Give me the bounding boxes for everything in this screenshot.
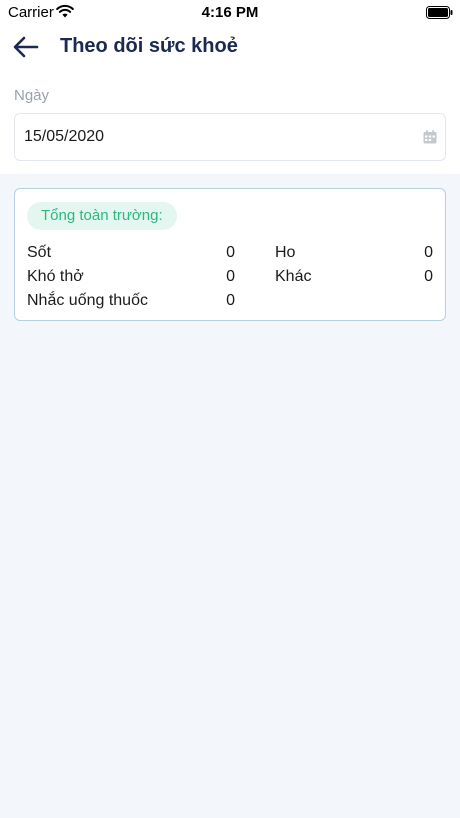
header: Theo dõi sức khoẻ	[0, 30, 460, 66]
stat-value: 0	[226, 268, 235, 285]
page-title: Theo dõi sức khoẻ	[60, 35, 238, 57]
calendar-icon	[423, 130, 437, 144]
clock: 4:16 PM	[201, 4, 259, 21]
stat-other: Khác 0	[275, 268, 433, 288]
health-tracking-screen: Carrier 4:16 PM Theo dõi sức khoẻ Ngày 1…	[0, 0, 460, 818]
date-picker-field[interactable]: 15/05/2020	[14, 113, 446, 161]
stat-label: Sốt	[27, 244, 52, 261]
summary-title-badge: Tổng toàn trường:	[27, 202, 177, 230]
stat-label: Nhắc uống thuốc	[27, 292, 148, 309]
date-label: Ngày	[14, 87, 50, 104]
stat-fever: Sốt 0	[27, 244, 235, 264]
stat-label: Khó thở	[27, 268, 84, 285]
top-area: Carrier 4:16 PM Theo dõi sức khoẻ Ngày 1…	[0, 0, 460, 174]
stat-label: Khác	[275, 268, 312, 285]
stat-value: 0	[226, 292, 235, 309]
stat-label: Ho	[275, 244, 296, 261]
stat-medication-reminder: Nhắc uống thuốc 0	[27, 292, 235, 312]
school-summary-card: Tổng toàn trường: Sốt 0 Ho 0 Khó thở 0 K…	[14, 188, 446, 321]
stat-value: 0	[226, 244, 235, 261]
stat-value: 0	[424, 268, 433, 285]
status-bar: Carrier 4:16 PM	[0, 0, 460, 26]
stat-cough: Ho 0	[275, 244, 433, 264]
stat-breathing-difficulty: Khó thở 0	[27, 268, 235, 288]
arrow-left-icon[interactable]	[12, 34, 40, 60]
date-value: 15/05/2020	[24, 128, 105, 145]
stat-value: 0	[424, 244, 433, 261]
battery-icon	[426, 6, 453, 19]
